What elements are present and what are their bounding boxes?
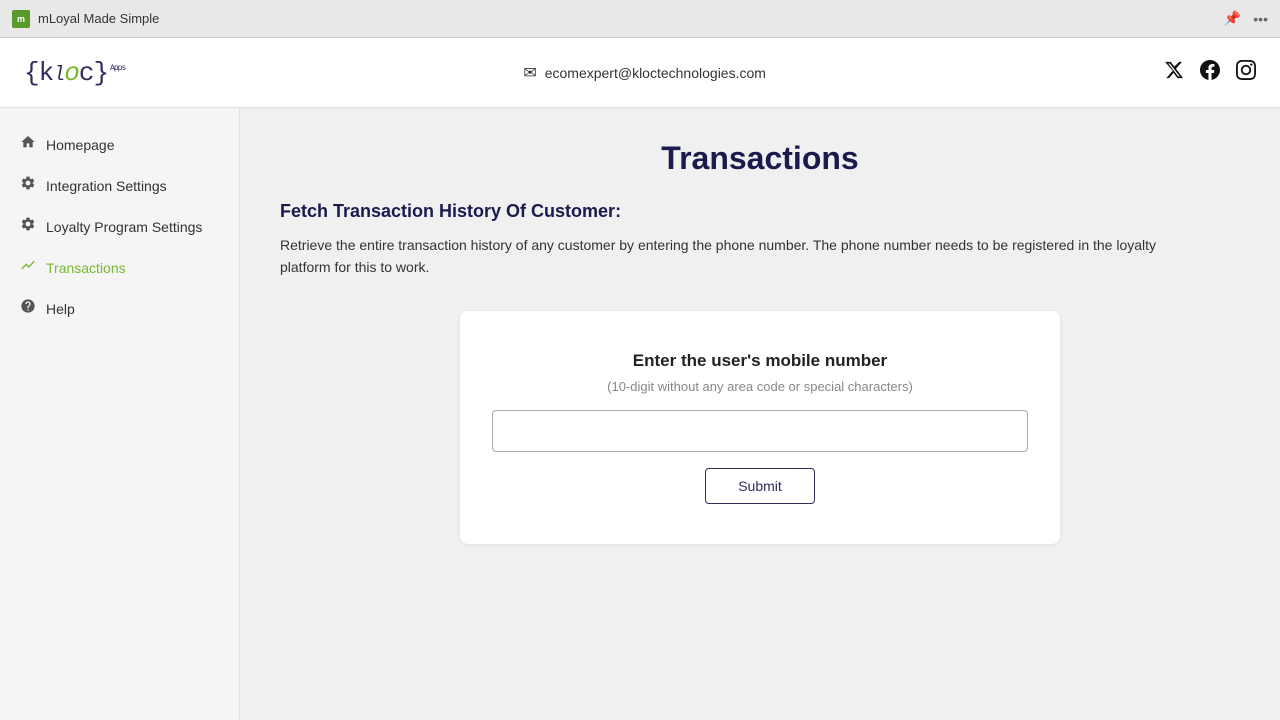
email-icon: ✉: [523, 63, 536, 83]
sidebar-item-integration-settings[interactable]: Integration Settings: [0, 165, 239, 206]
browser-bar: m mLoyal Made Simple 📌 •••: [0, 0, 1280, 38]
help-icon: [20, 298, 36, 319]
sidebar: Homepage Integration Settings Loyalty Pr…: [0, 108, 240, 720]
sidebar-label-homepage: Homepage: [46, 137, 115, 153]
transactions-icon: [20, 257, 36, 278]
header-social: [1164, 60, 1256, 85]
logo-text: {kloc}Apps: [24, 58, 125, 88]
card-sublabel: (10-digit without any area code or speci…: [607, 379, 913, 394]
main-content: Transactions Fetch Transaction History O…: [240, 108, 1280, 720]
card-label: Enter the user's mobile number: [633, 351, 887, 371]
gear-icon-loyalty: [20, 216, 36, 237]
instagram-icon[interactable]: [1236, 60, 1256, 85]
browser-bar-left: m mLoyal Made Simple: [12, 10, 159, 28]
twitter-icon[interactable]: [1164, 60, 1184, 85]
page-title: Transactions: [280, 140, 1240, 177]
section-description: Retrieve the entire transaction history …: [280, 234, 1180, 279]
sidebar-item-loyalty-program-settings[interactable]: Loyalty Program Settings: [0, 206, 239, 247]
gear-icon-integration: [20, 175, 36, 196]
logo: {kloc}Apps: [24, 58, 125, 88]
sidebar-item-help[interactable]: Help: [0, 288, 239, 329]
browser-tab-title: mLoyal Made Simple: [38, 11, 159, 26]
sidebar-label-help: Help: [46, 301, 75, 317]
app-header: {kloc}Apps ✉ ecomexpert@kloctechnologies…: [0, 38, 1280, 108]
email-address: ecomexpert@kloctechnologies.com: [545, 65, 766, 81]
section-heading: Fetch Transaction History Of Customer:: [280, 201, 1240, 222]
header-email: ✉ ecomexpert@kloctechnologies.com: [523, 63, 766, 83]
sidebar-label-transactions: Transactions: [46, 260, 126, 276]
home-icon: [20, 134, 36, 155]
submit-button[interactable]: Submit: [705, 468, 815, 504]
sidebar-label-loyalty-program-settings: Loyalty Program Settings: [46, 219, 202, 235]
browser-bar-right: 📌 •••: [1224, 10, 1268, 27]
mobile-number-input[interactable]: [492, 410, 1028, 452]
facebook-icon[interactable]: [1200, 60, 1220, 85]
sidebar-item-transactions[interactable]: Transactions: [0, 247, 239, 288]
mobile-number-card: Enter the user's mobile number (10-digit…: [460, 311, 1060, 544]
sidebar-label-integration-settings: Integration Settings: [46, 178, 167, 194]
sidebar-item-homepage[interactable]: Homepage: [0, 124, 239, 165]
more-options-icon[interactable]: •••: [1253, 11, 1268, 27]
browser-favicon: m: [12, 10, 30, 28]
pin-icon[interactable]: 📌: [1224, 10, 1241, 27]
main-layout: Homepage Integration Settings Loyalty Pr…: [0, 108, 1280, 720]
